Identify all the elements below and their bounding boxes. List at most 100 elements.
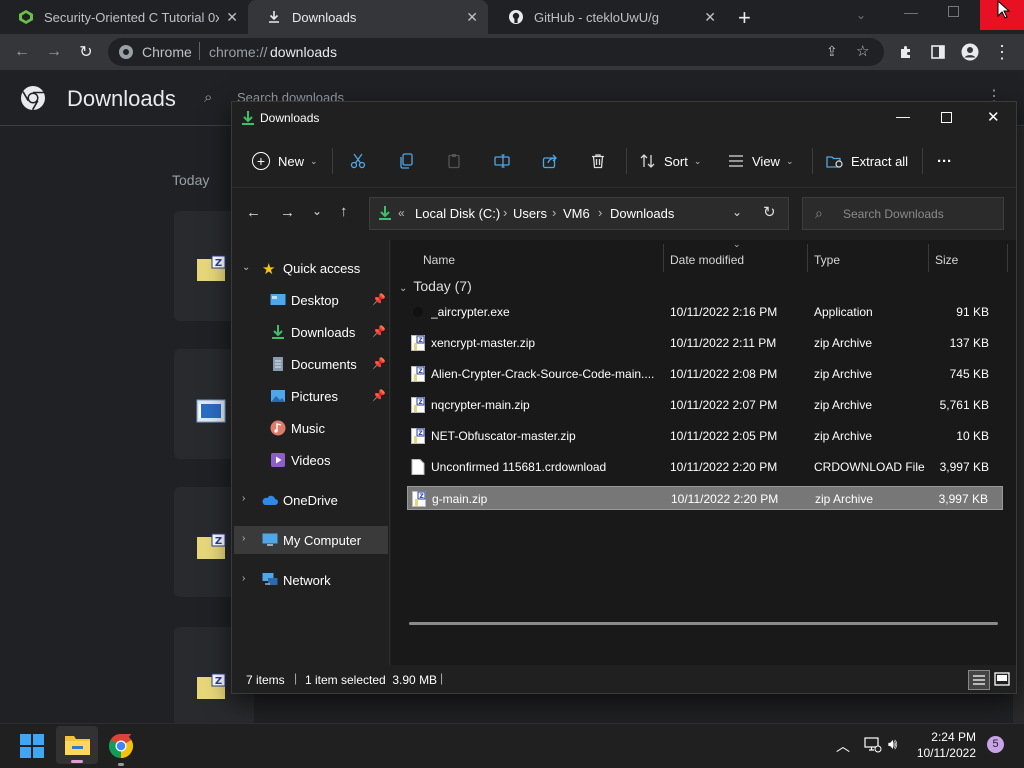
extract-all-button[interactable]: Extract all	[826, 149, 908, 173]
back-button[interactable]: ←	[12, 42, 32, 62]
details-view-icon[interactable]	[968, 670, 990, 690]
column-divider[interactable]	[928, 244, 929, 272]
sidebar-item-videos[interactable]: Videos	[232, 446, 388, 474]
chrome-menu-icon[interactable]: ⋮	[992, 42, 1012, 62]
tab-downloads[interactable]: Downloads ✕	[248, 0, 488, 34]
address-divider	[199, 42, 200, 60]
thumbnail-view-icon[interactable]	[992, 670, 1012, 690]
sidebar-item-music[interactable]: Music	[232, 414, 388, 442]
address-bar[interactable]: Chrome chrome:// downloads ⇪ ☆	[108, 38, 884, 66]
horizontal-scrollbar[interactable]	[409, 622, 998, 625]
tab-close-icon[interactable]: ✕	[704, 9, 716, 26]
breadcrumb-local-disk[interactable]: Local Disk (C:)	[415, 206, 500, 221]
tab-close-icon[interactable]: ✕	[466, 9, 478, 26]
bookmark-star-icon[interactable]: ☆	[856, 42, 869, 60]
breadcrumb-downloads[interactable]: Downloads	[610, 206, 674, 221]
forward-arrow-icon[interactable]: →	[280, 204, 295, 221]
explorer-navigation-bar: ← → ⌄ ↑ « Local Disk (C:) › Users › VM6 …	[232, 188, 1016, 240]
file-row[interactable]: Znqcrypter-main.zip 10/11/2022 2:07 PM zip…	[407, 393, 1003, 417]
address-history-chevron-icon[interactable]: ⌄	[732, 205, 742, 219]
side-panel-icon[interactable]	[928, 42, 948, 62]
chevron-down-icon: ⌄	[399, 283, 408, 294]
tab-github[interactable]: GitHub - ctekloUwU/g ✕	[490, 0, 726, 34]
minimize-icon[interactable]: —	[904, 4, 918, 20]
rename-icon[interactable]	[490, 149, 514, 173]
breadcrumb-overflow-icon[interactable]: «	[398, 206, 405, 220]
file-row[interactable]: _aircrypter.exe 10/11/2022 2:16 PM Applica…	[407, 300, 1003, 324]
new-button[interactable]: + New ⌄	[252, 149, 318, 173]
taskbar-file-explorer-button[interactable]	[56, 726, 98, 764]
pin-icon[interactable]: 📌	[372, 357, 386, 370]
profile-icon[interactable]	[960, 42, 980, 62]
restore-icon[interactable]	[948, 6, 959, 17]
column-header-name[interactable]: Name	[423, 246, 455, 274]
file-row[interactable]: Zg-main.zip 10/11/2022 2:20 PM zip Archive…	[407, 486, 1003, 510]
sidebar-item-documents[interactable]: Documents 📌	[232, 350, 388, 378]
chevron-right-icon[interactable]: ›	[242, 573, 245, 584]
back-arrow-icon[interactable]: ←	[246, 204, 261, 221]
minimize-icon[interactable]: —	[896, 108, 910, 124]
sidebar-item-downloads[interactable]: Downloads 📌	[232, 318, 388, 346]
group-header-today[interactable]: ⌄ Today (7)	[399, 278, 472, 294]
tab-security-tutorial[interactable]: Security-Oriented C Tutorial 0xFB ✕	[0, 0, 248, 34]
address-breadcrumb[interactable]: « Local Disk (C:) › Users › VM6 › Downlo…	[369, 197, 789, 230]
sort-button[interactable]: Sort ⌄	[640, 149, 701, 173]
sidebar-item-desktop[interactable]: Desktop 📌	[232, 286, 388, 314]
column-divider[interactable]	[1007, 244, 1008, 272]
pin-icon[interactable]: 📌	[372, 293, 386, 306]
column-divider[interactable]	[807, 244, 808, 272]
more-options-button[interactable]: ···	[937, 149, 952, 173]
recent-locations-chevron-icon[interactable]: ⌄	[312, 204, 322, 218]
windows-start-icon[interactable]	[20, 734, 44, 763]
column-header-type[interactable]: Type	[814, 246, 840, 274]
pin-icon[interactable]: 📌	[372, 325, 386, 338]
network-status-icon[interactable]	[864, 737, 882, 758]
tab-close-icon[interactable]: ✕	[226, 9, 238, 26]
explorer-search-input[interactable]: ⌕ Search Downloads	[802, 197, 1004, 230]
volume-icon[interactable]: 🔊︎	[888, 736, 897, 753]
taskbar-chrome-icon[interactable]	[108, 733, 134, 766]
cut-icon[interactable]	[346, 149, 370, 173]
tab-search-chevron-icon[interactable]: ⌄	[856, 8, 866, 22]
view-button[interactable]: View ⌄	[728, 149, 794, 173]
copy-icon[interactable]	[394, 149, 418, 173]
pin-icon[interactable]: 📌	[372, 389, 386, 402]
taskbar-date[interactable]: 10/11/2022	[912, 746, 976, 760]
up-arrow-icon[interactable]: ↑	[340, 203, 348, 220]
file-row[interactable]: Z Alien-Crypter-Crack-Source-Code-main...…	[407, 362, 1003, 386]
share-icon[interactable]	[538, 149, 562, 173]
column-header-size[interactable]: Size	[935, 246, 958, 274]
column-divider[interactable]	[663, 244, 664, 272]
breadcrumb-users[interactable]: Users	[513, 206, 547, 221]
file-row[interactable]: Unconfirmed 115681.crdownload 10/11/2022 …	[407, 455, 1003, 479]
show-hidden-icons-chevron[interactable]: ︿	[836, 736, 850, 756]
reload-button[interactable]: ↻	[76, 42, 96, 62]
breadcrumb-vm6[interactable]: VM6	[563, 206, 590, 221]
maximize-icon[interactable]	[941, 112, 952, 123]
sidebar-item-my-computer[interactable]: › My Computer	[234, 526, 388, 554]
sidebar-item-network[interactable]: › Network	[232, 566, 388, 594]
extract-icon	[826, 156, 843, 168]
forward-button[interactable]: →	[44, 42, 64, 62]
paste-icon[interactable]	[442, 149, 466, 173]
column-header-date[interactable]: Date modified	[670, 246, 744, 274]
chevron-right-icon[interactable]: ›	[242, 493, 245, 504]
taskbar-time[interactable]: 2:24 PM	[920, 730, 976, 744]
new-tab-button[interactable]: +	[738, 5, 751, 31]
delete-icon[interactable]	[586, 149, 610, 173]
file-date: 10/11/2022 2:16 PM	[670, 305, 778, 319]
sidebar-item-quick-access[interactable]: ⌄ ★ Quick access	[232, 254, 388, 282]
file-row[interactable]: Zxencrypt-master.zip 10/11/2022 2:11 PM zi…	[407, 331, 1003, 355]
chevron-down-icon[interactable]: ⌄	[242, 262, 250, 273]
refresh-icon[interactable]: ↻	[763, 203, 776, 221]
chevron-right-icon[interactable]: ›	[242, 533, 245, 544]
close-icon[interactable]: ✕	[987, 108, 1000, 126]
download-folder-icon	[241, 110, 255, 129]
extensions-puzzle-icon[interactable]	[896, 42, 916, 62]
window-close-button[interactable]	[980, 0, 1024, 30]
sidebar-item-pictures[interactable]: Pictures 📌	[232, 382, 388, 410]
file-row[interactable]: Z NET-Obfuscator-master.zip 10/11/2022 2:0…	[407, 424, 1003, 448]
sidebar-item-onedrive[interactable]: › OneDrive	[232, 486, 388, 514]
notification-badge[interactable]: 5	[987, 736, 1004, 753]
share-icon[interactable]: ⇪	[826, 43, 838, 60]
